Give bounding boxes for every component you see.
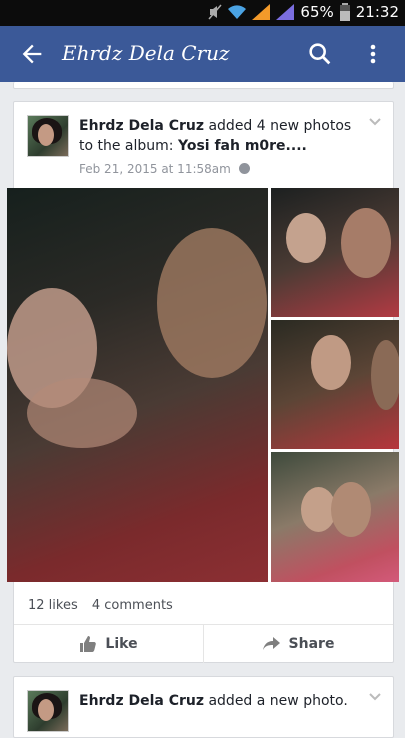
mute-icon	[208, 4, 222, 20]
status-bar: 65% 21:32	[0, 0, 405, 26]
wifi-icon	[228, 5, 247, 19]
previous-post-stub	[13, 82, 394, 89]
share-arrow-icon	[262, 637, 280, 650]
app-bar: Ehrdz Dela Cruz	[0, 26, 405, 82]
next-post-action: added a new photo.	[208, 693, 348, 709]
next-post-card: Ehrdz Dela Cruz added a new photo.	[13, 676, 394, 738]
photo-1[interactable]	[7, 188, 268, 582]
like-button[interactable]: Like	[14, 625, 203, 663]
photo-grid	[7, 188, 399, 582]
like-label: Like	[105, 636, 138, 652]
search-icon[interactable]	[306, 40, 334, 68]
post-timestamp: Feb 21, 2015 at 11:58am	[79, 162, 250, 176]
globe-icon	[238, 163, 250, 174]
post-card: Ehrdz Dela Cruz added 4 new photos to th…	[7, 101, 399, 663]
photo-4[interactable]	[271, 452, 399, 582]
comments-count[interactable]: 4 comments	[92, 598, 173, 613]
avatar[interactable]	[27, 690, 69, 732]
timestamp-text: Feb 21, 2015 at 11:58am	[79, 162, 231, 176]
post-header: Ehrdz Dela Cruz added 4 new photos to th…	[79, 116, 369, 156]
photo-2[interactable]	[271, 188, 399, 317]
next-post-author[interactable]: Ehrdz Dela Cruz	[79, 693, 204, 709]
post-author[interactable]: Ehrdz Dela Cruz	[79, 118, 204, 134]
signal-2-icon	[276, 4, 295, 20]
signal-icon	[252, 4, 271, 20]
chevron-down-icon[interactable]	[369, 116, 381, 128]
post-actions: Like Share	[14, 624, 393, 663]
page-title: Ehrdz Dela Cruz	[62, 41, 230, 65]
likes-count[interactable]: 12 likes	[28, 598, 78, 613]
chevron-down-icon[interactable]	[369, 691, 381, 703]
thumbs-up-icon	[80, 636, 97, 652]
share-button[interactable]: Share	[203, 625, 393, 663]
more-vert-icon[interactable]	[363, 40, 383, 68]
clock: 21:32	[355, 3, 399, 21]
next-post-header: Ehrdz Dela Cruz added a new photo.	[79, 691, 369, 711]
arrow-back-icon[interactable]	[18, 40, 46, 68]
post-stats: 12 likes 4 comments	[28, 598, 183, 613]
avatar[interactable]	[27, 115, 69, 157]
share-label: Share	[288, 636, 335, 652]
album-name[interactable]: Yosi fah m0re....	[178, 138, 307, 154]
battery-percent: 65%	[300, 3, 334, 21]
photo-3[interactable]	[271, 320, 399, 449]
battery-icon	[339, 3, 350, 21]
